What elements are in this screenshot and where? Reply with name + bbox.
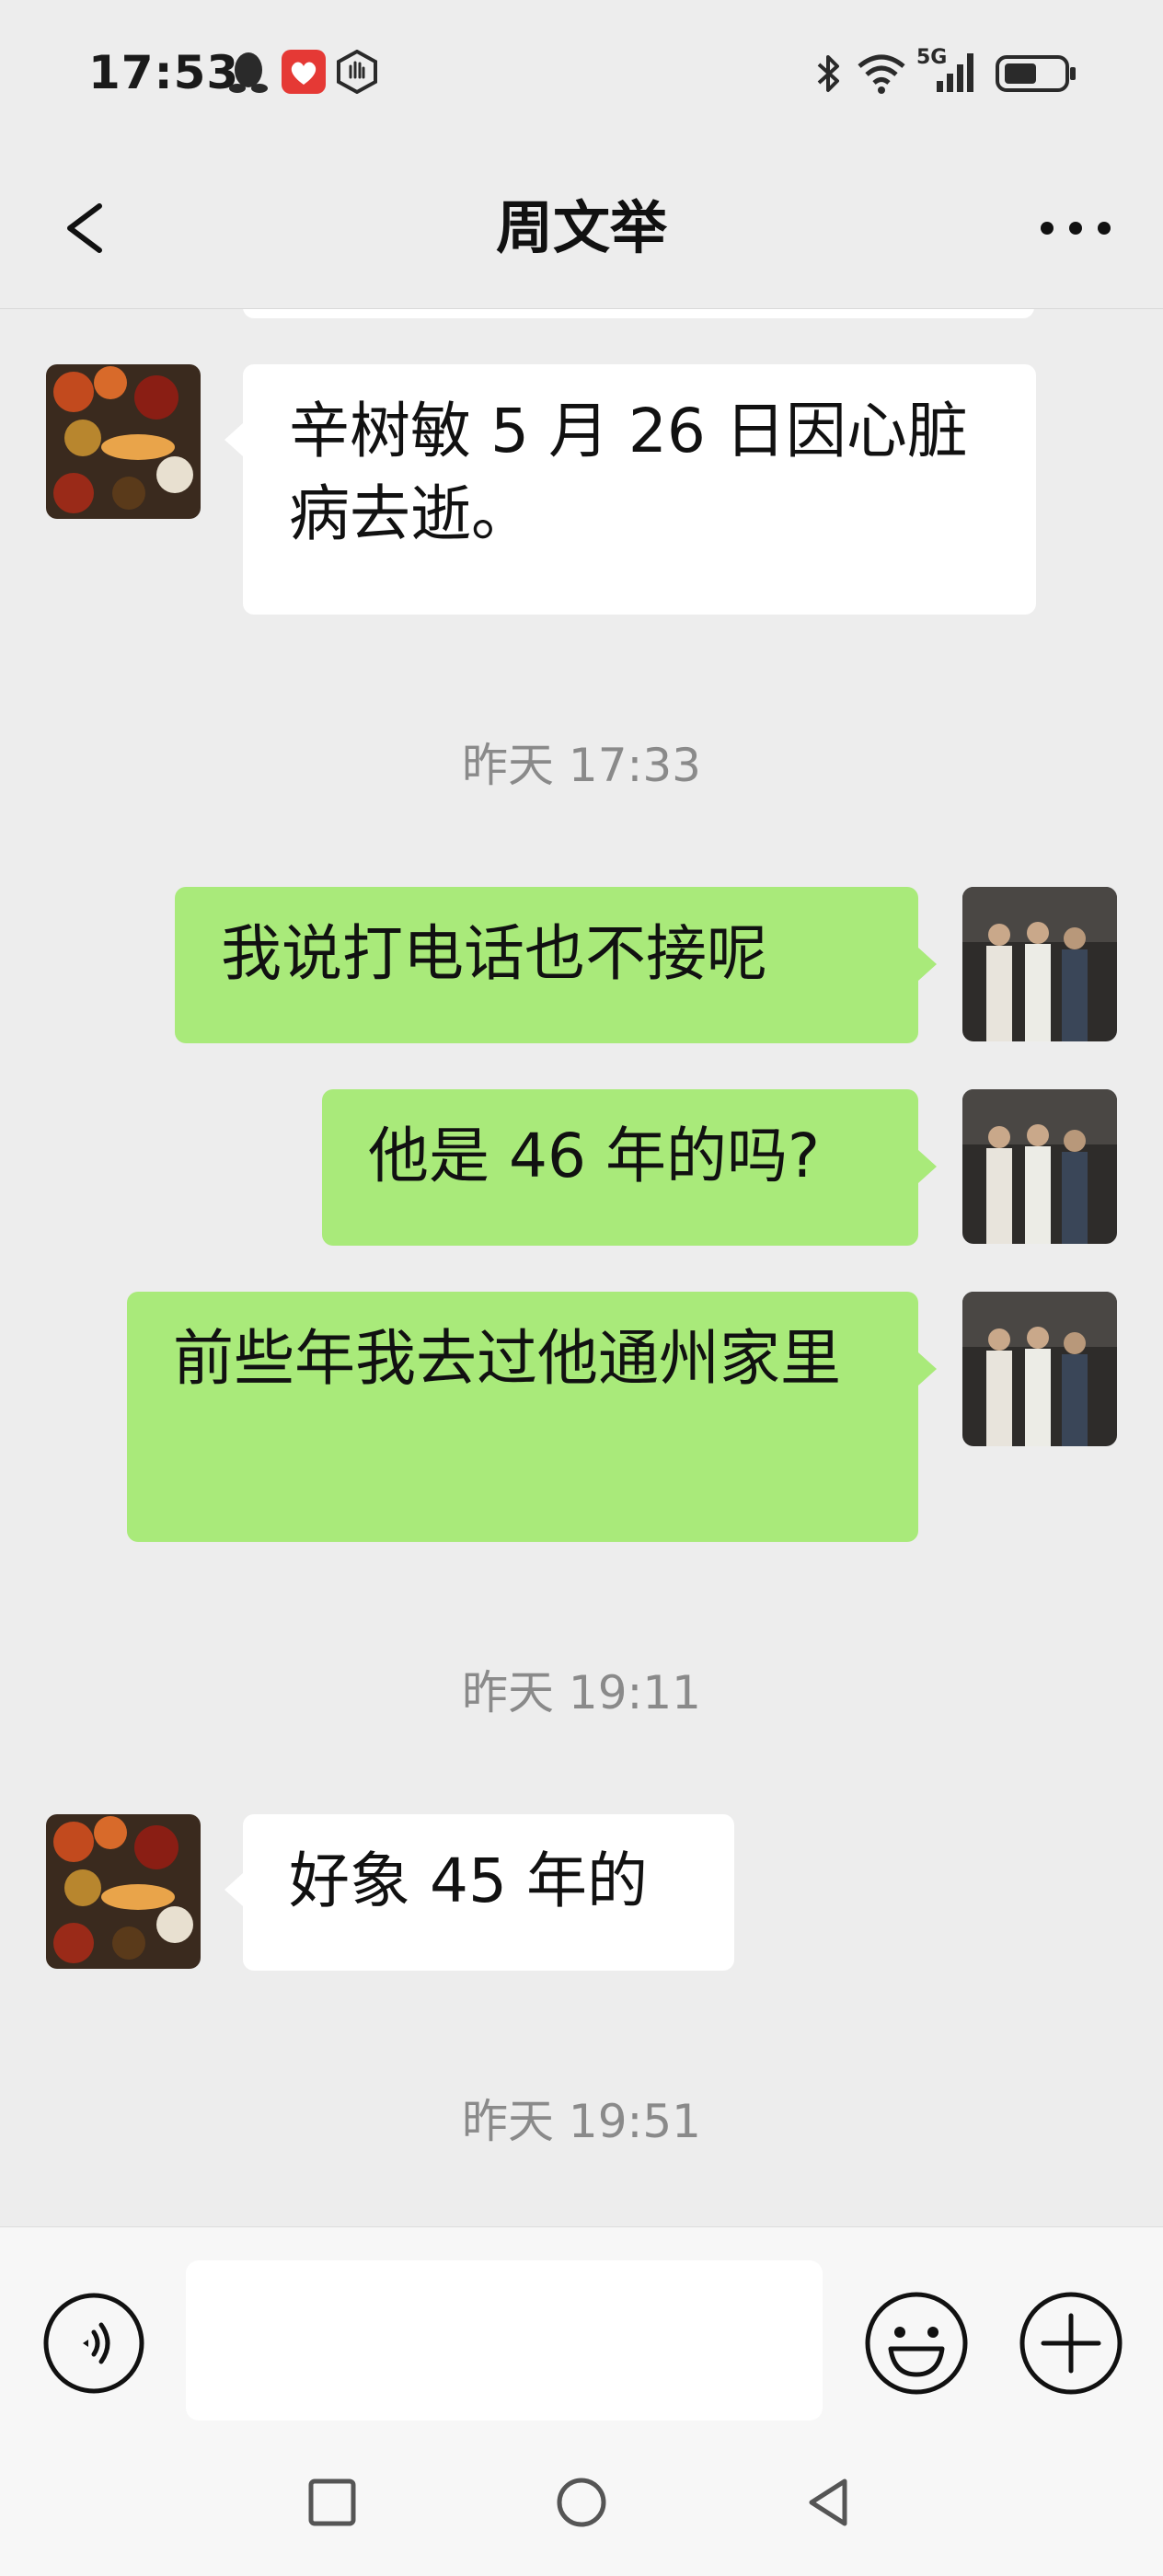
bubble-tail <box>918 948 937 981</box>
message-input[interactable] <box>186 2260 823 2421</box>
home-button[interactable] <box>549 2470 614 2535</box>
message-text: 辛树敏 5 月 26 日因心脏病去逝。 <box>289 396 968 549</box>
app-heart-icon <box>282 50 326 94</box>
timestamp: 昨天 17:33 <box>462 739 701 792</box>
chat-title: 周文举 <box>495 194 667 261</box>
emoji-icon <box>865 2292 968 2395</box>
input-bar <box>0 2226 1163 2429</box>
bubble-tail <box>225 423 243 456</box>
message-list[interactable]: 辛树敏 5 月 26 日因心脏病去逝。 昨天 17:33 我说打电话也不接呢 他… <box>0 309 1163 2226</box>
voice-button[interactable] <box>42 2292 145 2395</box>
message-bubble-outgoing[interactable]: 他是 46 年的吗? <box>322 1089 918 1246</box>
message-text: 好象 45 年的 <box>289 1846 648 1916</box>
more-functions-button[interactable] <box>1018 2290 1123 2395</box>
hand-icon <box>337 50 377 94</box>
message-bubble-outgoing[interactable]: 前些年我去过他通州家里 <box>127 1292 918 1542</box>
status-time: 17:53 <box>88 46 240 99</box>
status-bar: 17:53 5G <box>0 0 1163 147</box>
my-avatar[interactable] <box>962 1089 1117 1244</box>
message-bubble-incoming[interactable]: 辛树敏 5 月 26 日因心脏病去逝。 <box>243 364 1036 615</box>
bubble-tail <box>918 1352 937 1386</box>
bubble-tail <box>918 1150 937 1183</box>
more-dots-icon <box>1041 222 1111 235</box>
previous-message-edge <box>243 309 1034 318</box>
message-bubble-outgoing[interactable]: 我说打电话也不接呢 <box>175 887 918 1043</box>
timestamp: 昨天 19:51 <box>462 2095 701 2148</box>
recent-apps-button[interactable] <box>300 2470 364 2535</box>
my-avatar[interactable] <box>962 887 1117 1041</box>
recent-apps-icon <box>308 2478 356 2526</box>
plus-icon <box>1019 2292 1123 2395</box>
contact-avatar[interactable] <box>46 1814 201 1969</box>
message-text: 前些年我去过他通州家里 <box>173 1323 841 1394</box>
back-nav-button[interactable] <box>797 2470 861 2535</box>
timestamp: 昨天 19:11 <box>462 1666 701 1719</box>
qq-icon <box>229 52 268 93</box>
wifi-icon <box>858 54 905 94</box>
bluetooth-icon <box>817 55 839 92</box>
voice-icon <box>43 2293 144 2394</box>
emoji-button[interactable] <box>863 2290 968 2395</box>
my-avatar[interactable] <box>962 1292 1117 1446</box>
signal-5g-icon: 5G <box>916 46 983 96</box>
back-triangle-icon <box>809 2478 847 2526</box>
battery-icon <box>996 55 1076 92</box>
message-text: 我说打电话也不接呢 <box>221 918 767 989</box>
system-nav-bar <box>0 2429 1163 2576</box>
more-button[interactable] <box>1025 184 1126 272</box>
contact-avatar[interactable] <box>46 364 201 519</box>
message-bubble-incoming[interactable]: 好象 45 年的 <box>243 1814 734 1971</box>
message-text: 他是 46 年的吗? <box>368 1121 820 1191</box>
chat-header: 周文举 <box>0 147 1163 309</box>
bubble-tail <box>225 1873 243 1906</box>
home-icon <box>557 2478 606 2527</box>
